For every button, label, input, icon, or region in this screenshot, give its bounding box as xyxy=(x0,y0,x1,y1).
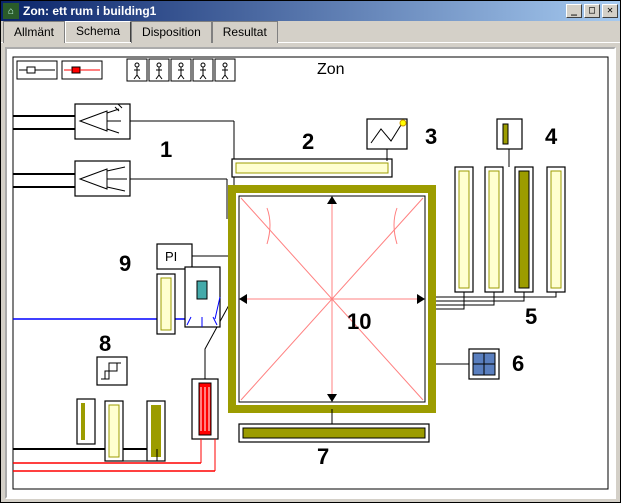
window-title: Zon: ett rum i building1 xyxy=(23,4,566,18)
schema-svg: Zon xyxy=(7,49,614,497)
label-10: 10 xyxy=(347,309,371,334)
minimize-button[interactable]: _ xyxy=(566,4,582,18)
person-icons xyxy=(127,59,235,81)
component-air-terminal-in[interactable] xyxy=(75,104,130,139)
label-9: 9 xyxy=(119,251,131,276)
app-icon: ⌂ xyxy=(3,3,19,19)
toolbar xyxy=(17,59,235,81)
label-4: 4 xyxy=(545,124,558,149)
label-6: 6 xyxy=(512,351,524,376)
tab-schema[interactable]: Schema xyxy=(65,21,131,42)
tab-disposition[interactable]: Disposition xyxy=(131,21,212,43)
component-8-group[interactable] xyxy=(77,357,165,461)
label-5: 5 xyxy=(525,304,537,329)
tab-allmant[interactable]: Allmänt xyxy=(3,21,65,43)
titlebar[interactable]: ⌂ Zon: ett rum i building1 _ □ ✕ xyxy=(1,1,620,21)
app-window: ⌂ Zon: ett rum i building1 _ □ ✕ Allmänt… xyxy=(0,0,621,503)
close-button[interactable]: ✕ xyxy=(602,4,618,18)
component-solar[interactable] xyxy=(367,119,407,149)
label-8: 8 xyxy=(99,331,111,356)
component-zone[interactable] xyxy=(232,189,432,409)
component-sensor[interactable] xyxy=(497,119,522,149)
label-1: 1 xyxy=(160,137,172,162)
schema-title: Zon xyxy=(317,61,345,78)
component-window-top[interactable] xyxy=(232,159,392,177)
tab-strip: Allmänt Schema Disposition Resultat xyxy=(1,21,620,43)
component-air-terminal-out[interactable] xyxy=(75,161,130,196)
component-radiator[interactable] xyxy=(192,379,218,439)
component-9-group[interactable]: PI xyxy=(157,244,220,334)
maximize-button[interactable]: □ xyxy=(584,4,600,18)
label-7: 7 xyxy=(317,444,329,469)
component-walls-right[interactable] xyxy=(455,167,565,292)
window-buttons: _ □ ✕ xyxy=(566,4,618,18)
tab-resultat[interactable]: Resultat xyxy=(212,21,278,43)
schema-canvas[interactable]: Zon xyxy=(5,47,616,499)
pi-label: PI xyxy=(165,249,177,264)
label-3: 3 xyxy=(425,124,437,149)
component-grid[interactable] xyxy=(469,349,499,379)
label-2: 2 xyxy=(302,129,314,154)
component-window-bottom[interactable] xyxy=(239,424,429,442)
